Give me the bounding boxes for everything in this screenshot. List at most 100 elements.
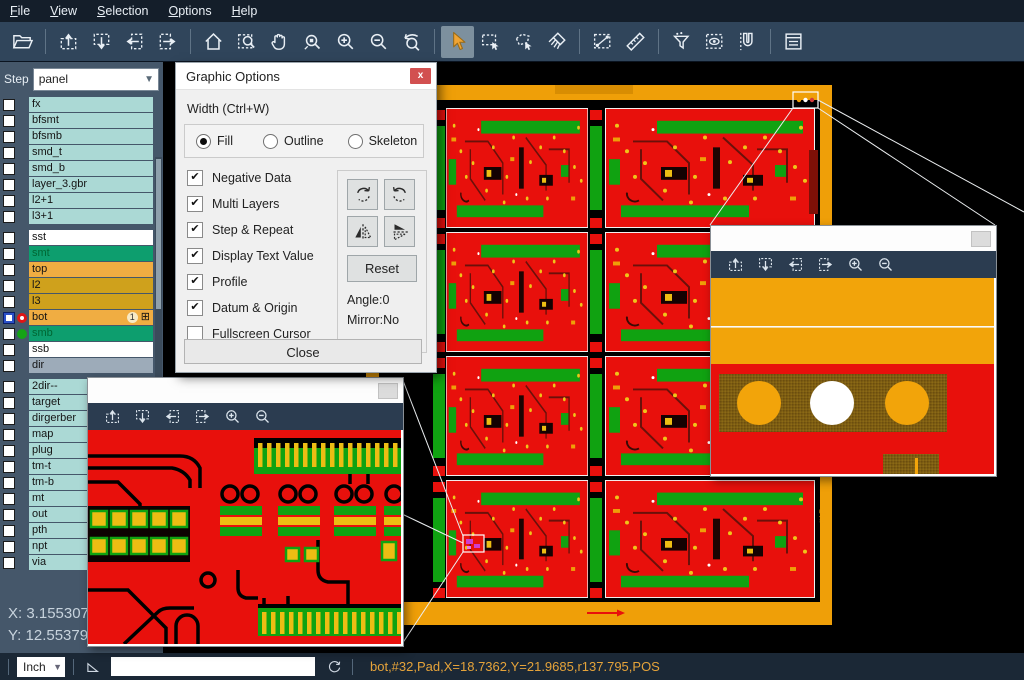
radio-skeleton[interactable]: Skeleton — [348, 134, 418, 149]
checkbox-profile[interactable]: ✔Profile — [187, 274, 314, 289]
layer-visibility-checkbox[interactable] — [3, 525, 15, 537]
layer-visibility-checkbox[interactable] — [3, 477, 15, 489]
layer-visibility-checkbox[interactable] — [3, 131, 15, 143]
command-input[interactable] — [111, 657, 315, 676]
radio-button[interactable] — [263, 134, 278, 149]
checkbox-checked[interactable]: ✔ — [187, 248, 203, 264]
radio-button-selected[interactable] — [196, 134, 211, 149]
window-button[interactable] — [971, 231, 991, 247]
layer-visibility-checkbox[interactable] — [3, 296, 15, 308]
layer-visibility-checkbox[interactable] — [3, 232, 15, 244]
layer-row-active[interactable]: bot 1 ⊞ — [0, 310, 163, 325]
layer-row[interactable]: l2 — [0, 278, 163, 293]
zoom-out-button[interactable] — [247, 406, 277, 428]
pan-right-button[interactable] — [810, 254, 840, 276]
magnifier-titlebar[interactable] — [88, 378, 403, 403]
layer-visibility-checkbox[interactable] — [3, 115, 15, 127]
layer-visibility-checkbox[interactable] — [3, 557, 15, 569]
pan-left-button[interactable] — [780, 254, 810, 276]
checkbox-datum-origin[interactable]: ✔Datum & Origin — [187, 300, 314, 315]
layer-row[interactable]: fx — [0, 97, 163, 112]
menu-view[interactable]: View — [40, 1, 87, 21]
layer-name[interactable]: l3+1 — [29, 209, 153, 224]
layer-row[interactable]: smd_t — [0, 145, 163, 160]
pan-right-button[interactable] — [187, 406, 217, 428]
snap-button[interactable] — [731, 26, 764, 58]
layer-visibility-checkbox[interactable] — [3, 493, 15, 505]
layer-name[interactable]: sst — [29, 230, 153, 245]
layer-name[interactable]: smd_t — [29, 145, 153, 160]
layer-row[interactable]: ssb — [0, 342, 163, 357]
checkbox-step-repeat[interactable]: ✔Step & Repeat — [187, 222, 314, 237]
filter-button[interactable] — [665, 26, 698, 58]
angle-mode-button[interactable] — [82, 657, 102, 677]
zoom-in-button[interactable] — [840, 254, 870, 276]
radio-outline[interactable]: Outline — [263, 134, 324, 149]
radio-button[interactable] — [348, 134, 363, 149]
layer-visibility-checkbox[interactable] — [3, 360, 15, 372]
zoom-object-button[interactable] — [296, 26, 329, 58]
select-polygon-button[interactable] — [507, 26, 540, 58]
layer-name[interactable]: smd_b — [29, 161, 153, 176]
view-options-button[interactable] — [698, 26, 731, 58]
layer-row[interactable]: l3 — [0, 294, 163, 309]
layer-name[interactable]: bfsmb — [29, 129, 153, 144]
radio-fill[interactable]: Fill — [196, 134, 233, 149]
layer-visibility-checkbox[interactable] — [3, 211, 15, 223]
layer-visibility-checkbox[interactable] — [3, 461, 15, 473]
pan-left-button[interactable] — [157, 406, 187, 428]
layer-name[interactable]: l2 — [29, 278, 153, 293]
zoom-out-button[interactable] — [870, 254, 900, 276]
dialog-titlebar[interactable]: Graphic Options x — [176, 63, 436, 90]
layer-name[interactable]: smt — [29, 246, 153, 261]
mirror-vertical-button[interactable] — [384, 216, 415, 247]
layer-visibility-checkbox[interactable] — [3, 163, 15, 175]
layer-visibility-checkbox[interactable] — [3, 147, 15, 159]
layer-name[interactable]: ssb — [29, 342, 153, 357]
layer-name[interactable]: bfsmt — [29, 113, 153, 128]
layer-name[interactable]: l3 — [29, 294, 153, 309]
layer-visibility-checkbox[interactable] — [3, 248, 15, 260]
rotate-ccw-button[interactable] — [384, 179, 415, 210]
select-tool-button[interactable] — [441, 26, 474, 58]
layer-row[interactable]: smb — [0, 326, 163, 341]
window-button[interactable] — [378, 383, 398, 399]
measure-distance-button[interactable] — [586, 26, 619, 58]
layer-visibility-checkbox[interactable] — [3, 541, 15, 553]
zoom-out-button[interactable] — [362, 26, 395, 58]
layer-name[interactable]: dir — [29, 358, 153, 373]
layer-visibility-checkbox[interactable] — [3, 381, 15, 393]
layer-row[interactable]: l2+1 — [0, 193, 163, 208]
mirror-horizontal-button[interactable] — [347, 216, 378, 247]
layer-name[interactable]: top — [29, 262, 153, 277]
grid-icon[interactable]: ⊞ — [141, 312, 150, 323]
layer-row[interactable]: layer_3.gbr — [0, 177, 163, 192]
close-button[interactable]: Close — [184, 339, 422, 364]
layer-row[interactable]: bfsmt — [0, 113, 163, 128]
magnified-pcb-view[interactable] — [711, 278, 994, 474]
menu-selection[interactable]: Selection — [87, 1, 158, 21]
layer-visibility-checkbox[interactable] — [3, 429, 15, 441]
ruler-button[interactable] — [619, 26, 652, 58]
layer-visibility-checkbox[interactable] — [3, 195, 15, 207]
scrollbar-thumb[interactable] — [156, 159, 161, 309]
layer-row[interactable]: smt — [0, 246, 163, 261]
close-icon[interactable]: x — [410, 68, 431, 84]
layer-row[interactable]: l3+1 — [0, 209, 163, 224]
checkbox-checked[interactable]: ✔ — [187, 300, 203, 316]
zoom-in-button[interactable] — [217, 406, 247, 428]
open-button[interactable] — [6, 26, 39, 58]
layer-visibility-checkbox[interactable] — [3, 99, 15, 111]
checkbox-negative-data[interactable]: ✔Negative Data — [187, 170, 314, 185]
pan-left-button[interactable] — [118, 26, 151, 58]
magnifier-titlebar[interactable] — [711, 226, 996, 251]
layer-row[interactable]: dir — [0, 358, 163, 373]
layer-row[interactable]: sst — [0, 230, 163, 245]
layer-visibility-checkbox-checked[interactable] — [3, 312, 15, 324]
checkbox-checked[interactable]: ✔ — [187, 274, 203, 290]
layer-row[interactable]: bfsmb — [0, 129, 163, 144]
menu-file[interactable]: File — [0, 1, 40, 21]
zoom-in-button[interactable] — [329, 26, 362, 58]
layer-visibility-checkbox[interactable] — [3, 413, 15, 425]
refresh-button[interactable] — [324, 657, 344, 677]
